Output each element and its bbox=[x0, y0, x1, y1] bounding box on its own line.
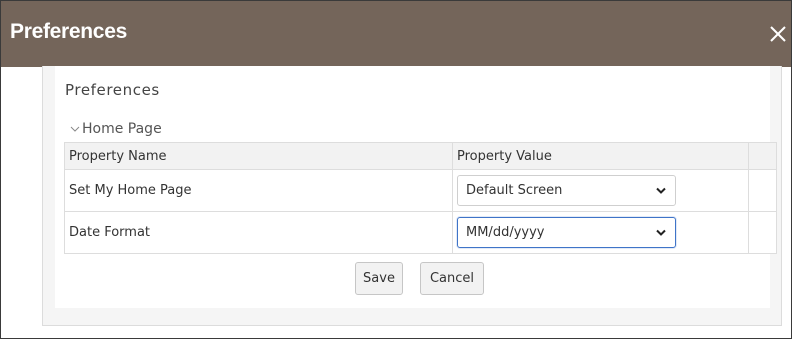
date-format-select-value: MM/dd/yyyy bbox=[466, 225, 545, 240]
panel-title: Preferences bbox=[65, 81, 160, 99]
column-header-property-name: Property Name bbox=[64, 142, 453, 170]
home-page-select-value: Default Screen bbox=[466, 183, 563, 198]
property-value-cell: Default Screen bbox=[452, 169, 749, 212]
chevron-down-icon bbox=[655, 228, 667, 238]
row-spacer-cell bbox=[748, 169, 777, 212]
section-header-label: Home Page bbox=[82, 121, 162, 137]
property-name-cell: Date Format bbox=[64, 211, 453, 254]
date-format-select[interactable]: MM/dd/yyyy bbox=[457, 217, 676, 248]
table-row: Set My Home Page Default Screen bbox=[64, 169, 777, 212]
dialog-titlebar: Preferences bbox=[1, 1, 791, 67]
home-page-select[interactable]: Default Screen bbox=[457, 175, 676, 206]
table-header-row: Property Name Property Value bbox=[64, 142, 777, 170]
section-header-home-page[interactable]: Home Page bbox=[69, 119, 162, 139]
close-icon[interactable] bbox=[767, 23, 789, 45]
cancel-button[interactable]: Cancel bbox=[420, 262, 484, 295]
column-header-property-value: Property Value bbox=[452, 142, 749, 170]
button-row: Save Cancel bbox=[0, 262, 792, 296]
table-row: Date Format MM/dd/yyyy bbox=[64, 211, 777, 254]
property-value-cell: MM/dd/yyyy bbox=[452, 211, 749, 254]
properties-table: Property Name Property Value Set My Home… bbox=[64, 142, 777, 254]
property-name-cell: Set My Home Page bbox=[64, 169, 453, 212]
chevron-down-icon bbox=[69, 124, 81, 134]
row-spacer-cell bbox=[748, 211, 777, 254]
save-button[interactable]: Save bbox=[355, 262, 403, 295]
chevron-down-icon bbox=[655, 186, 667, 196]
dialog-title: Preferences bbox=[10, 20, 127, 43]
column-header-spacer bbox=[748, 142, 777, 170]
